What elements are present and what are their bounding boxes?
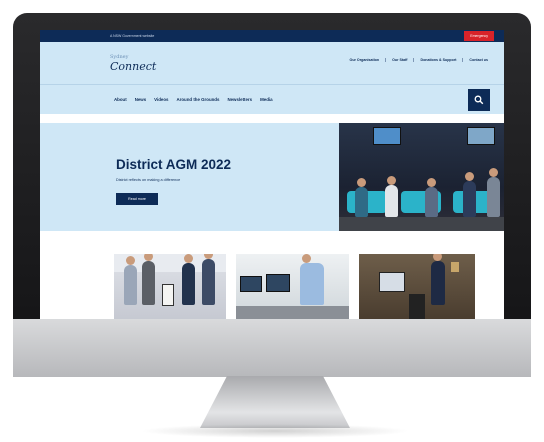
panelist-1-image (355, 178, 368, 217)
person-2-image (142, 254, 155, 305)
nav-item-newsletters[interactable]: Newsletters (227, 97, 252, 102)
monitor-stand-shadow (140, 424, 410, 438)
hero-subtitle: District reflects on making a difference (116, 178, 181, 182)
news-card-presentation[interactable] (359, 254, 475, 319)
site-logo[interactable]: Sydney Connect (110, 53, 157, 73)
monitor-chin (13, 319, 531, 377)
utility-link-contact[interactable]: Contact us (463, 58, 494, 62)
monitor-middle-image (266, 274, 290, 292)
nav-item-about[interactable]: About (114, 97, 127, 102)
panelist-4-image (463, 172, 476, 217)
monitor-left-image (240, 276, 262, 292)
presenter-image (431, 254, 445, 305)
display-screen-image (379, 272, 405, 292)
utility-nav: Our Organisation Our Staff Donations & S… (344, 58, 494, 62)
news-card-group-photo[interactable] (114, 254, 226, 319)
breadcrumb: Home > Referral/centre (40, 114, 504, 130)
utility-link-donations[interactable]: Donations & Support (414, 58, 464, 62)
news-card-office-worker[interactable] (236, 254, 349, 319)
nav-item-media[interactable]: Media (260, 97, 272, 102)
read-more-button[interactable]: Read more (116, 193, 158, 205)
panelist-2-image (385, 176, 398, 217)
person-1-image (124, 256, 137, 305)
site-header: Sydney Connect Our Organisation Our Staf… (40, 42, 504, 84)
panelist-3-image (425, 178, 438, 217)
lectern-image (409, 294, 425, 319)
logo-main-word: Connect (110, 60, 157, 73)
stage-floor-image (339, 217, 504, 231)
person-4-image (202, 254, 215, 305)
hero-title: District AGM 2022 (116, 157, 232, 172)
search-button[interactable] (468, 89, 490, 111)
gov-website-link[interactable]: A NSW Government website (110, 34, 154, 38)
screen-left-image (373, 127, 401, 145)
main-navigation: About News Videos Around the Grounds New… (40, 84, 504, 114)
government-bar: A NSW Government website Emergency (40, 30, 504, 42)
monitor-frame: A NSW Government website Emergency Sydne… (13, 13, 531, 377)
nav-item-videos[interactable]: Videos (154, 97, 168, 102)
hero-photo-panel-discussion (339, 123, 504, 231)
search-icon (474, 95, 484, 105)
utility-link-organisation[interactable]: Our Organisation (344, 58, 387, 62)
desk-image (236, 306, 349, 319)
screen-right-image (467, 127, 495, 145)
nav-item-news[interactable]: News (135, 97, 146, 102)
nav-item-around-the-grounds[interactable]: Around the Grounds (177, 97, 220, 102)
wall-frame-image (451, 262, 459, 272)
emergency-button[interactable]: Emergency (464, 31, 494, 41)
utility-link-staff[interactable]: Our Staff (386, 58, 415, 62)
monitor-stand (200, 376, 350, 428)
hero-banner: District AGM 2022 District reflects on m… (40, 123, 504, 231)
browser-screen: A NSW Government website Emergency Sydne… (40, 30, 504, 319)
panelist-5-image (487, 168, 500, 217)
person-3-image (182, 254, 195, 305)
certificate-image (162, 284, 174, 306)
worker-image (300, 254, 324, 305)
